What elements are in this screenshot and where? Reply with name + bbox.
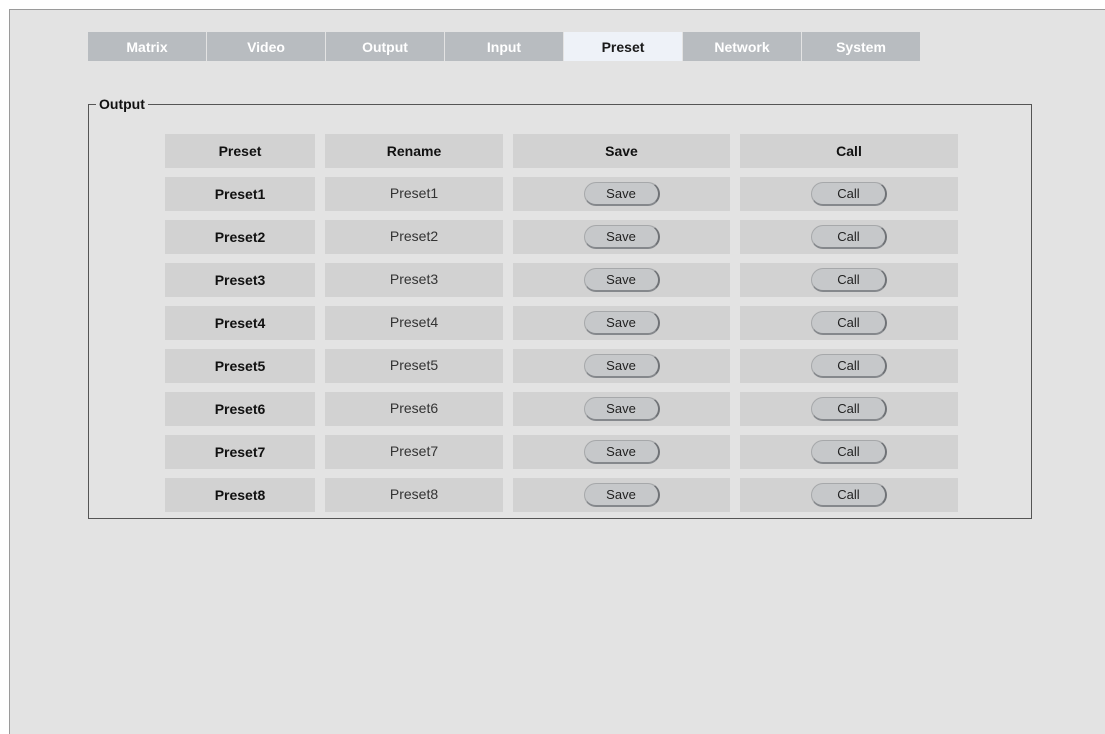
- call-cell: Call: [740, 435, 958, 469]
- header-call: Call: [740, 134, 958, 168]
- save-cell: Save: [513, 349, 730, 383]
- save-cell: Save: [513, 220, 730, 254]
- preset-name: Preset6: [165, 392, 315, 426]
- header-rename: Rename: [325, 134, 503, 168]
- tab-video[interactable]: Video: [207, 32, 325, 61]
- call-cell: Call: [740, 392, 958, 426]
- save-cell: Save: [513, 392, 730, 426]
- rename-field[interactable]: Preset1: [325, 177, 503, 211]
- call-button[interactable]: Call: [811, 397, 887, 421]
- rename-field[interactable]: Preset4: [325, 306, 503, 340]
- save-button[interactable]: Save: [583, 397, 660, 421]
- table-row: Preset6 Preset6 Save Call: [165, 392, 958, 426]
- call-cell: Call: [740, 177, 958, 211]
- call-cell: Call: [740, 306, 958, 340]
- rename-field[interactable]: Preset5: [325, 349, 503, 383]
- table-row: Preset3 Preset3 Save Call: [165, 263, 958, 297]
- table-row: Preset5 Preset5 Save Call: [165, 349, 958, 383]
- call-cell: Call: [740, 263, 958, 297]
- call-cell: Call: [740, 220, 958, 254]
- save-button[interactable]: Save: [583, 354, 660, 378]
- preset-name: Preset8: [165, 478, 315, 512]
- preset-table: Preset Rename Save Call Preset1 Preset1 …: [165, 134, 958, 521]
- call-button[interactable]: Call: [811, 225, 887, 249]
- rename-field[interactable]: Preset7: [325, 435, 503, 469]
- call-button[interactable]: Call: [811, 483, 887, 507]
- call-cell: Call: [740, 478, 958, 512]
- preset-name: Preset1: [165, 177, 315, 211]
- save-cell: Save: [513, 478, 730, 512]
- rename-field[interactable]: Preset6: [325, 392, 503, 426]
- save-button[interactable]: Save: [583, 311, 660, 335]
- save-button[interactable]: Save: [583, 268, 660, 292]
- call-cell: Call: [740, 349, 958, 383]
- tab-bar: Matrix Video Output Input Preset Network…: [88, 32, 921, 61]
- call-button[interactable]: Call: [811, 182, 887, 206]
- tab-output[interactable]: Output: [326, 32, 444, 61]
- header-save: Save: [513, 134, 730, 168]
- table-row: Preset8 Preset8 Save Call: [165, 478, 958, 512]
- tab-system[interactable]: System: [802, 32, 920, 61]
- preset-name: Preset7: [165, 435, 315, 469]
- header-preset: Preset: [165, 134, 315, 168]
- call-button[interactable]: Call: [811, 311, 887, 335]
- rename-field[interactable]: Preset8: [325, 478, 503, 512]
- rename-field[interactable]: Preset3: [325, 263, 503, 297]
- call-button[interactable]: Call: [811, 268, 887, 292]
- tab-matrix[interactable]: Matrix: [88, 32, 206, 61]
- table-row: Preset2 Preset2 Save Call: [165, 220, 958, 254]
- preset-name: Preset3: [165, 263, 315, 297]
- save-cell: Save: [513, 306, 730, 340]
- preset-name: Preset4: [165, 306, 315, 340]
- group-legend: Output: [99, 96, 145, 112]
- save-cell: Save: [513, 263, 730, 297]
- save-button[interactable]: Save: [583, 483, 660, 507]
- preset-name: Preset5: [165, 349, 315, 383]
- output-group: Output Preset Rename Save Call Preset1 P…: [88, 96, 1032, 519]
- table-row: Preset1 Preset1 Save Call: [165, 177, 958, 211]
- table-row: Preset7 Preset7 Save Call: [165, 435, 958, 469]
- table-header: Preset Rename Save Call: [165, 134, 958, 168]
- save-button[interactable]: Save: [583, 182, 660, 206]
- save-button[interactable]: Save: [583, 225, 660, 249]
- save-cell: Save: [513, 435, 730, 469]
- tab-network[interactable]: Network: [683, 32, 801, 61]
- tab-preset[interactable]: Preset: [564, 32, 682, 61]
- rename-field[interactable]: Preset2: [325, 220, 503, 254]
- call-button[interactable]: Call: [811, 354, 887, 378]
- save-cell: Save: [513, 177, 730, 211]
- page-frame: Matrix Video Output Input Preset Network…: [9, 9, 1105, 734]
- tab-input[interactable]: Input: [445, 32, 563, 61]
- call-button[interactable]: Call: [811, 440, 887, 464]
- save-button[interactable]: Save: [583, 440, 660, 464]
- preset-name: Preset2: [165, 220, 315, 254]
- table-row: Preset4 Preset4 Save Call: [165, 306, 958, 340]
